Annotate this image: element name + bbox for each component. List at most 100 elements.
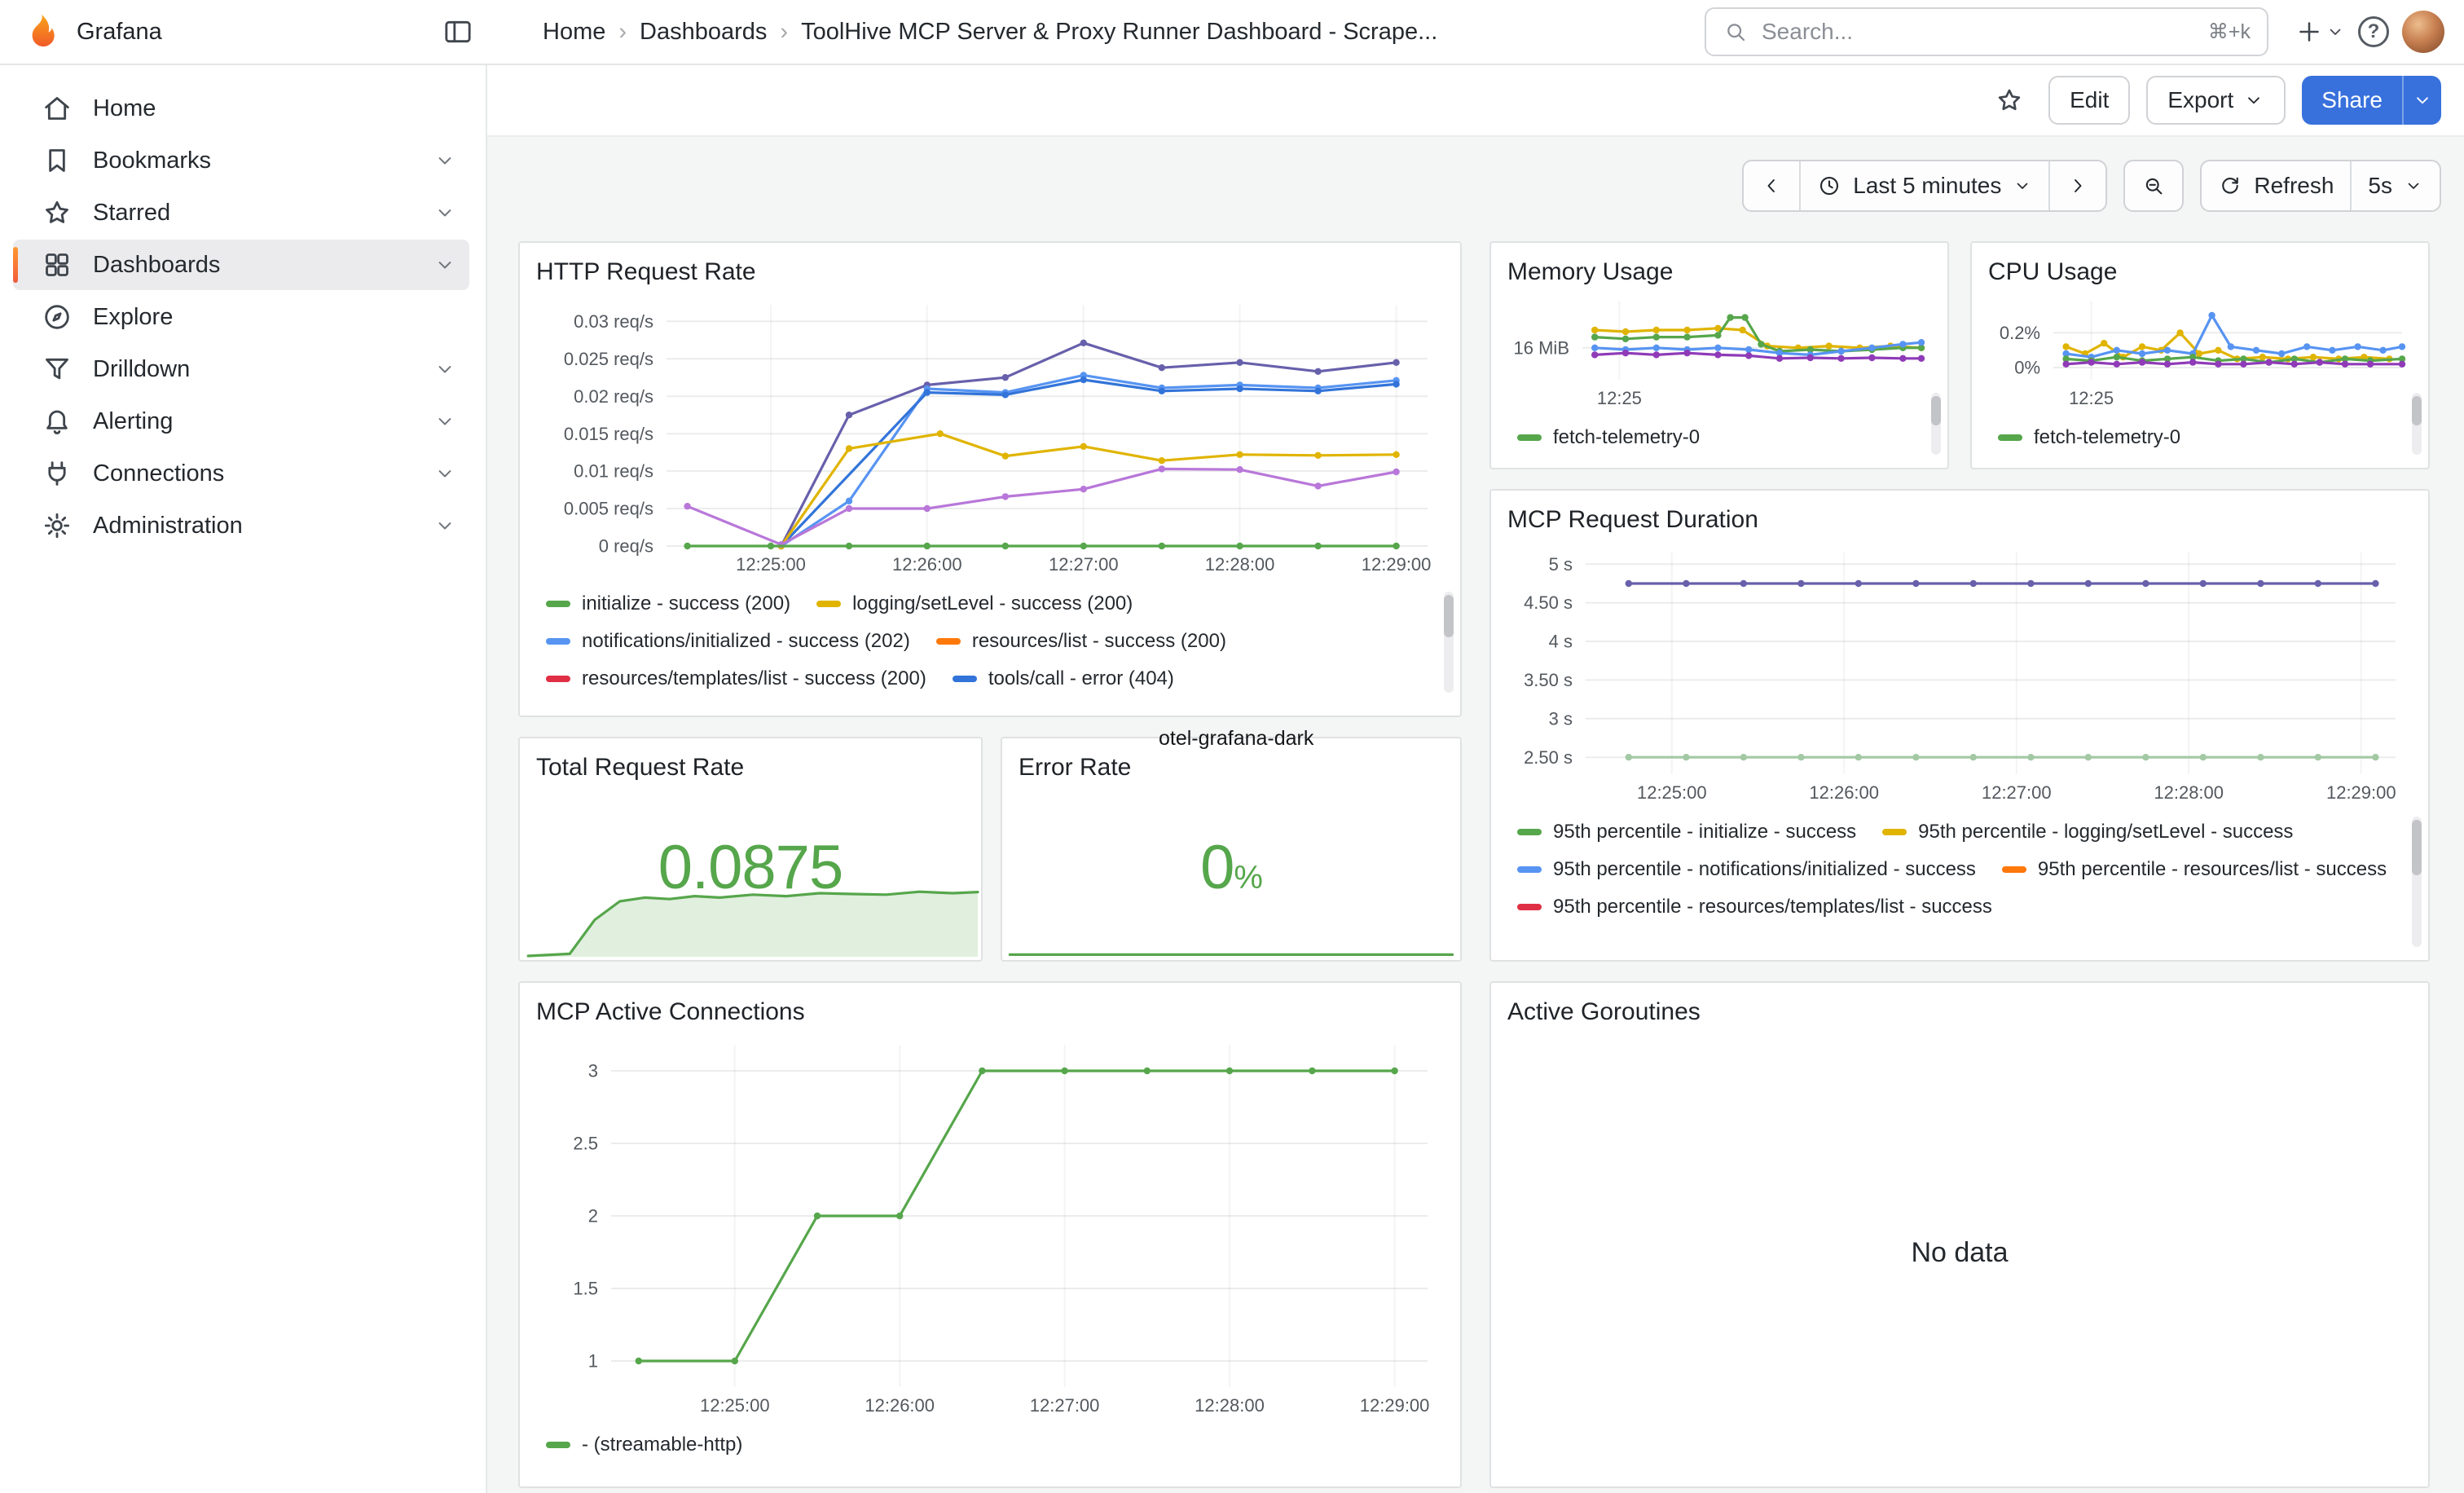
legend-item[interactable]: fetch-telemetry-0 xyxy=(1517,419,1700,455)
panel-title[interactable]: Memory Usage xyxy=(1507,253,1931,292)
favorite-star-button[interactable] xyxy=(1987,77,2032,123)
legend-item[interactable]: notifications/initialized - success (202… xyxy=(546,623,910,660)
dashboards-grid-icon xyxy=(31,249,83,281)
chevron-down-icon[interactable] xyxy=(433,410,456,433)
mega-menu-toggle-icon[interactable] xyxy=(435,9,481,55)
legend-item[interactable]: 95th percentile - resources/templates/li… xyxy=(1517,888,1992,926)
legend-label: fetch-telemetry-0 xyxy=(1553,426,1700,449)
search-input[interactable] xyxy=(1762,19,2195,45)
avatar[interactable] xyxy=(2402,11,2444,53)
legend-item[interactable]: fetch-telemetry-0 xyxy=(1998,419,2180,455)
search-box[interactable]: ⌘+k xyxy=(1705,7,2268,56)
error-rate-sparkline xyxy=(1002,924,1460,960)
time-shift-back-button[interactable] xyxy=(1744,161,1799,210)
legend-item[interactable]: tools/call - success (200) xyxy=(546,698,797,702)
legend-swatch xyxy=(2002,866,2026,873)
scrollbar-thumb[interactable] xyxy=(2412,820,2422,875)
panel-title[interactable]: Active Goroutines xyxy=(1507,993,2412,1032)
breadcrumb-dashboards[interactable]: Dashboards xyxy=(640,19,767,46)
zoom-out-icon xyxy=(2141,174,2166,198)
share-button[interactable]: Share xyxy=(2302,76,2402,125)
panel-title[interactable]: MCP Request Duration xyxy=(1507,500,2412,540)
zoom-out-button[interactable] xyxy=(2125,161,2182,210)
sidebar-item-dashboards[interactable]: Dashboards xyxy=(13,240,469,290)
gear-icon xyxy=(31,509,83,542)
svg-text:12:29:00: 12:29:00 xyxy=(1360,1395,1430,1416)
no-data-message: No data xyxy=(1507,1032,2412,1473)
svg-text:5 s: 5 s xyxy=(1549,554,1573,575)
legend-item[interactable]: tools/call - error (404) xyxy=(953,660,1174,698)
panel-title[interactable]: MCP Active Connections xyxy=(536,993,1444,1032)
legend-item[interactable]: tools/list - success (200) xyxy=(823,698,1068,702)
export-button[interactable]: Export xyxy=(2146,76,2286,125)
svg-text:12:25:00: 12:25:00 xyxy=(1637,782,1707,803)
scrollbar-thumb[interactable] xyxy=(1931,396,1941,425)
chevron-down-icon[interactable] xyxy=(433,358,456,381)
legend-scrollbar[interactable] xyxy=(1444,592,1454,693)
sidebar-item-alerting[interactable]: Alerting xyxy=(13,396,469,447)
svg-text:3.50 s: 3.50 s xyxy=(1524,670,1573,690)
chevron-down-icon[interactable] xyxy=(433,253,456,276)
legend-item[interactable]: resources/list - success (200) xyxy=(936,623,1226,660)
legend-item[interactable]: logging/setLevel - success (200) xyxy=(816,585,1133,623)
help-icon[interactable]: ? xyxy=(2358,16,2389,47)
legend-scrollbar[interactable] xyxy=(1931,393,1941,455)
svg-text:2.50 s: 2.50 s xyxy=(1524,747,1573,768)
sidebar-item-administration[interactable]: Administration xyxy=(13,500,469,551)
legend-item[interactable]: unknown - success (200) xyxy=(1095,698,1349,702)
panel-title[interactable]: Total Request Rate xyxy=(536,748,965,787)
active-indicator xyxy=(13,247,18,283)
scrollbar-thumb[interactable] xyxy=(2412,396,2422,425)
active-indicator xyxy=(13,195,18,231)
sidebar-item-connections[interactable]: Connections xyxy=(13,448,469,499)
time-range-picker[interactable]: Last 5 minutes xyxy=(1799,161,2048,210)
sidebar-item-explore[interactable]: Explore xyxy=(13,292,469,342)
cpu-usage-chart[interactable]: 0.2%0%12:25 xyxy=(1988,292,2412,416)
scrollbar-thumb[interactable] xyxy=(1444,595,1454,637)
legend-item[interactable]: initialize - success (200) xyxy=(546,585,790,623)
legend-scrollbar[interactable] xyxy=(2412,817,2422,947)
refresh-interval-picker[interactable]: 5s xyxy=(2350,161,2440,210)
error-rate-unit: % xyxy=(1234,860,1262,896)
breadcrumb-home[interactable]: Home xyxy=(543,19,605,46)
edit-button[interactable]: Edit xyxy=(2048,76,2130,125)
panel-title[interactable]: HTTP Request Rate xyxy=(536,253,1444,292)
legend-item[interactable]: - (streamable-http) xyxy=(546,1426,742,1464)
time-shift-forward-button[interactable] xyxy=(2048,161,2105,210)
brand[interactable]: Grafana xyxy=(20,11,162,52)
legend-item[interactable]: 95th percentile - initialize - success xyxy=(1517,813,1856,851)
legend-scrollbar[interactable] xyxy=(2412,393,2422,455)
refresh-button[interactable]: Refresh xyxy=(2202,161,2350,210)
add-new-button[interactable] xyxy=(2295,17,2345,46)
share-dropdown-chevron-icon[interactable] xyxy=(2402,76,2441,125)
panel-title[interactable]: CPU Usage xyxy=(1988,253,2412,292)
legend-item[interactable]: 95th percentile - logging/setLevel - suc… xyxy=(1882,813,2293,851)
svg-text:12:28:00: 12:28:00 xyxy=(2154,782,2224,803)
panel-total-request-rate: Total Request Rate 0.0875 xyxy=(518,737,983,962)
legend-item[interactable]: resources/templates/list - success (200) xyxy=(546,660,926,698)
mcp-active-connections-chart[interactable]: 32.521.5112:25:0012:26:0012:27:0012:28:0… xyxy=(536,1032,1444,1423)
dashboard-action-bar: Edit Export Share xyxy=(487,65,2464,137)
legend-swatch xyxy=(1517,434,1542,441)
sidebar-item-bookmarks[interactable]: Bookmarks xyxy=(13,135,469,186)
chevron-down-icon[interactable] xyxy=(433,514,456,537)
breadcrumb-current[interactable]: ToolHive MCP Server & Proxy Runner Dashb… xyxy=(801,19,1437,46)
sidebar-item-label: Drilldown xyxy=(93,356,433,383)
memory-usage-chart[interactable]: 16 MiB12:25 xyxy=(1507,292,1931,416)
error-rate-value: 0% xyxy=(1200,832,1262,903)
svg-text:12:26:00: 12:26:00 xyxy=(1809,782,1879,803)
sidebar-item-home[interactable]: Home xyxy=(13,83,469,134)
chevron-down-icon[interactable] xyxy=(433,149,456,172)
panel-error-rate: Error Rate 0% xyxy=(1001,737,1462,962)
chevron-down-icon[interactable] xyxy=(433,201,456,224)
sidebar-item-starred[interactable]: Starred xyxy=(13,187,469,238)
chevron-down-icon xyxy=(2013,176,2032,196)
svg-text:2.5: 2.5 xyxy=(573,1134,598,1154)
legend-item[interactable]: 95th percentile - notifications/initiali… xyxy=(1517,851,1976,888)
http-request-rate-chart[interactable]: 0 req/s0.005 req/s0.01 req/s0.015 req/s0… xyxy=(536,292,1444,582)
sidebar-item-drilldown[interactable]: Drilldown xyxy=(13,344,469,394)
panel-title[interactable]: Error Rate xyxy=(1019,748,1444,787)
mcp-request-duration-chart[interactable]: 5 s4.50 s4 s3.50 s3 s2.50 s12:25:0012:26… xyxy=(1507,540,2412,810)
legend-item[interactable]: 95th percentile - resources/list - succe… xyxy=(2002,851,2387,888)
chevron-down-icon[interactable] xyxy=(433,462,456,485)
